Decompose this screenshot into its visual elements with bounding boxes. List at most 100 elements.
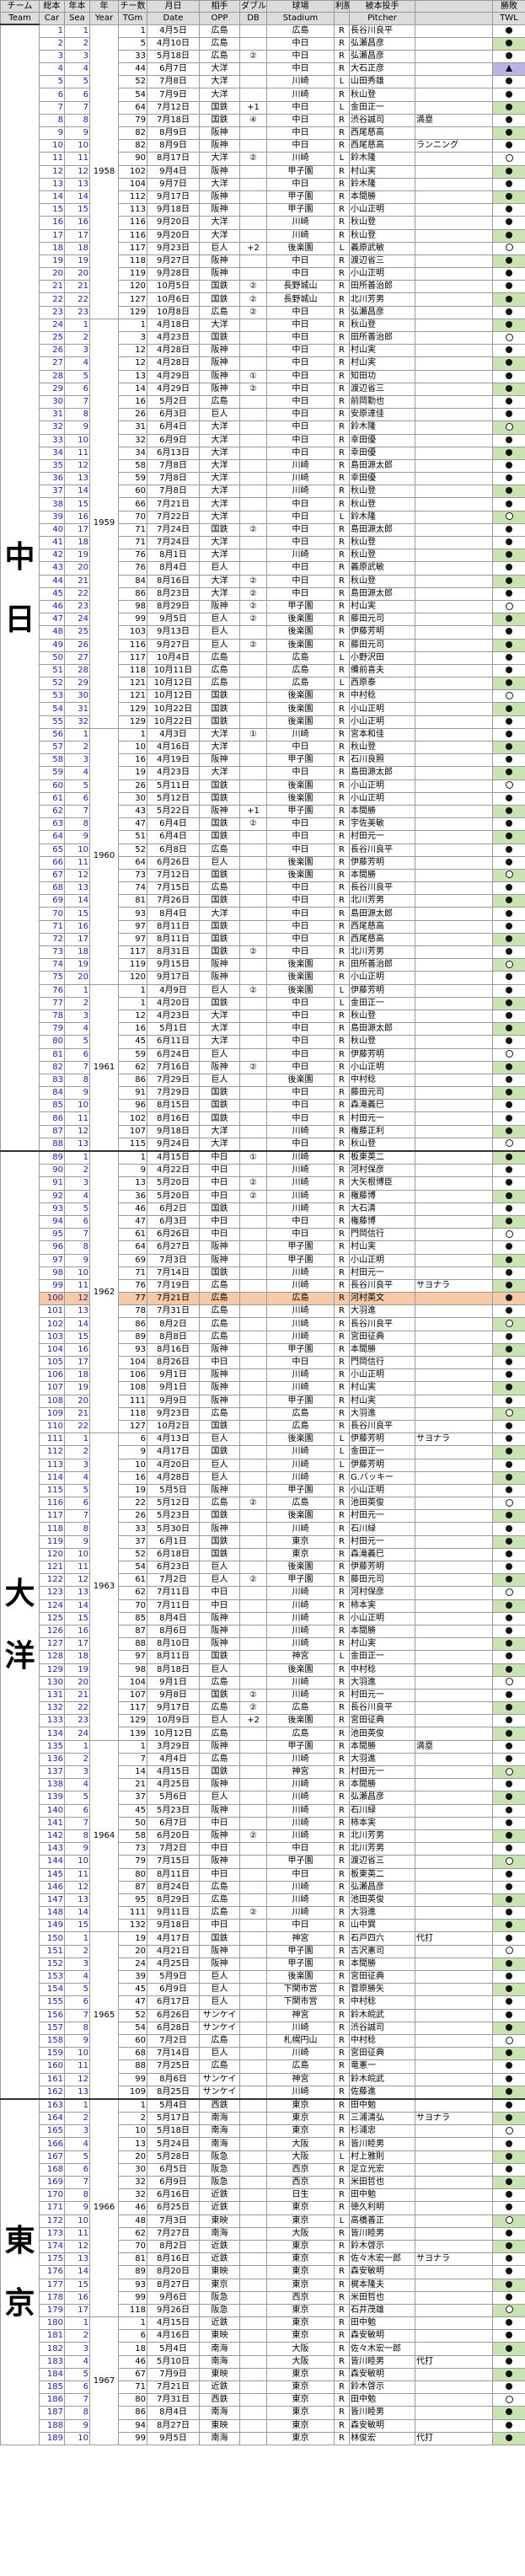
doubleheader [239, 2431, 267, 2445]
career-hr-number: 180 [39, 2316, 65, 2331]
season-hr-number: 2 [64, 1445, 90, 1459]
opponent: 大洋 [199, 472, 240, 486]
season-year: 1962 [89, 1150, 119, 1434]
circle-loss-icon [505, 153, 513, 162]
opponent: 国鉄 [199, 1547, 240, 1562]
pitcher-name: 小山正明 [349, 1483, 415, 1498]
pitcher-hand: R [334, 497, 350, 511]
note [415, 549, 493, 563]
pitcher-name: 義原武敏 [349, 561, 415, 576]
note [415, 1253, 493, 1267]
table-row: 149 15 132 9月18日 中日 中日 R 山中巽 [1, 1919, 525, 1933]
result-mark [492, 2047, 525, 2061]
doubleheader: ② [239, 1573, 267, 1588]
stadium: 川崎 [266, 1368, 335, 1383]
opponent: 南海 [199, 2112, 240, 2126]
stadium: 中日 [266, 510, 335, 524]
game-date: 5月24日 [147, 2137, 200, 2151]
note [415, 1381, 493, 1395]
dot-win-icon [506, 1729, 512, 1737]
pitcher-hand: R [334, 2112, 350, 2126]
team-game-number: 107 [118, 1688, 147, 1703]
team-game-number: 10 [118, 740, 147, 755]
team-game-number: 119 [118, 958, 147, 972]
table-row: 57 2 10 4月16日 大洋 中日 R 秋山登 [1, 740, 525, 755]
result-mark [492, 613, 525, 627]
pitcher-hand: R [334, 1342, 350, 1358]
doubleheader [239, 318, 267, 333]
opponent: 大洋 [199, 228, 240, 243]
pitcher-name: 菅原勝矢 [349, 1983, 415, 1997]
team-game-number: 73 [118, 1842, 147, 1856]
stadium: 中日 [266, 382, 335, 396]
doubleheader [239, 433, 267, 447]
result-mark [492, 2406, 525, 2420]
table-row: 105 17 104 8月26日 中日 中日 R 門岡信行 [1, 1355, 525, 1370]
pitcher-name: 長谷川良平 [349, 1317, 415, 1331]
dot-win-icon [506, 2062, 512, 2070]
result-mark [492, 1137, 525, 1152]
team-game-number: 84 [118, 574, 147, 588]
game-date: 6月4日 [147, 817, 200, 832]
career-hr-number: 158 [39, 2033, 65, 2048]
dot-win-icon [506, 576, 512, 584]
career-hr-number: 142 [39, 1829, 65, 1844]
season-hr-number: 22 [64, 586, 90, 601]
table-row: 100 12 77 7月21日 広島 広島 R 河村英文 [1, 1292, 525, 1306]
pitcher-hand: R [334, 1829, 350, 1844]
dot-win-icon [506, 1818, 512, 1826]
doubleheader: ② [239, 613, 267, 627]
table-row: 82 7 62 7月16日 阪神 ② 中日 R 小山正明 [1, 1060, 525, 1074]
opponent: 大洋 [199, 586, 240, 601]
season-hr-number: 4 [64, 1189, 90, 1203]
season-hr-number: 15 [64, 1919, 90, 1933]
team-name: 東京 [2, 2225, 38, 2318]
game-date: 5月22日 [147, 804, 200, 819]
team-game-number: 12 [118, 344, 147, 358]
game-date: 6月26日 [147, 855, 200, 870]
result-mark [492, 1919, 525, 1933]
table-row: 104 16 93 8月16日 阪神 甲子園 R 本間勝 [1, 1342, 525, 1358]
result-mark [492, 996, 525, 1010]
stadium: 川崎 [266, 152, 335, 166]
table-row: 166 4 13 5月24日 南海 大阪 R 皆川睦男 [1, 2137, 525, 2151]
table-row: 42 19 76 8月1日 大洋 川崎 R 秋山登 [1, 549, 525, 563]
team-game-number: 20 [118, 2150, 147, 2164]
opponent: 巨人 [199, 1560, 240, 1575]
pitcher-name: 河村保彦 [349, 1164, 415, 1178]
season-hr-number: 9 [64, 1534, 90, 1549]
pitcher-name: 小山正明 [349, 791, 415, 806]
opponent: 阪神 [199, 1803, 240, 1818]
result-mark [492, 1214, 525, 1229]
game-date: 8月6日 [147, 2072, 200, 2086]
table-row: 81 6 59 6月24日 巨人 中日 R 伊藤芳明 [1, 1047, 525, 1062]
header-row-ja: チーム 総本 年本 年 チー数 月日 相手 ダブル 球場 利腕 被本投手 勝敗 [0, 0, 525, 13]
team-game-number: 9 [118, 1445, 147, 1459]
career-hr-number: 138 [39, 1778, 65, 1792]
table-row: 43 20 76 8月4日 巨人 中日 R 義原武敏 [1, 561, 525, 576]
dot-win-icon [506, 2140, 512, 2147]
result-mark [492, 2150, 525, 2164]
pitcher-name: 村山実 [349, 599, 415, 614]
season-hr-number: 8 [64, 408, 90, 422]
doubleheader [239, 2303, 267, 2318]
pitcher-hand: R [334, 1278, 350, 1293]
dot-win-icon [506, 1870, 512, 1877]
pitcher-hand: R [334, 126, 350, 141]
result-mark [492, 574, 525, 588]
career-hr-number: 157 [39, 2021, 65, 2035]
doubleheader [239, 1791, 267, 1805]
season-hr-number: 14 [64, 1906, 90, 1920]
game-date: 6月1日 [147, 1534, 200, 1549]
team-game-number: 121 [118, 677, 147, 691]
result-mark [492, 599, 525, 614]
season-hr-number: 11 [64, 1867, 90, 1882]
header-total-en: Car [39, 12, 65, 25]
note [415, 1867, 493, 1882]
dot-win-icon [506, 1716, 512, 1724]
game-date: 8月11日 [147, 1867, 200, 1882]
dot-win-icon [506, 2075, 512, 2082]
result-mark [492, 2342, 525, 2356]
result-mark [492, 638, 525, 652]
opponent: 国鉄 [199, 280, 240, 294]
